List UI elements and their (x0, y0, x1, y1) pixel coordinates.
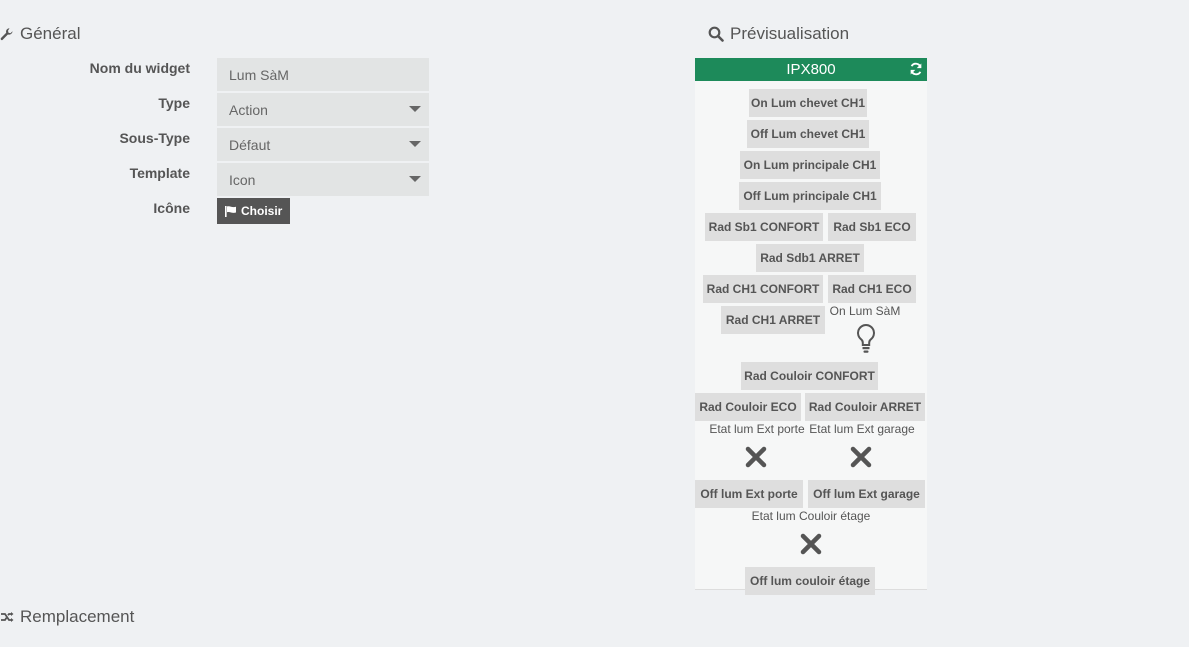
cmd-off-lum-ext-porte[interactable]: Off lum Ext porte (695, 480, 803, 508)
replacement-section-title: Remplacement (0, 607, 134, 627)
cmd-off-lum-couloir-etage[interactable]: Off lum couloir étage (745, 567, 875, 595)
general-section-title: Général (0, 24, 80, 44)
widget-name-input[interactable]: Lum SàM (217, 58, 429, 91)
cmd-rad-ch1-eco[interactable]: Rad CH1 ECO (828, 275, 916, 303)
cmd-off-lum-chevet-ch1[interactable]: Off Lum chevet CH1 (747, 120, 869, 148)
choose-icon-button[interactable]: Choisir (217, 198, 291, 224)
cmd-rad-couloir-eco[interactable]: Rad Couloir ECO (695, 393, 801, 421)
lightbulb-icon[interactable] (856, 323, 876, 355)
widget-name-row: Nom du widget Lum SàM (0, 58, 440, 91)
cmd-on-lum-principale-ch1[interactable]: On Lum principale CH1 (740, 151, 880, 179)
info-on-lum-sam-label: On Lum SàM (829, 304, 901, 318)
info-etat-couloir-etage-label: Etat lum Couloir étage (751, 509, 871, 523)
cmd-rad-sb1-eco[interactable]: Rad Sb1 ECO (828, 213, 916, 241)
type-row: Type Action (0, 93, 440, 126)
shuffle-icon (1, 612, 14, 622)
widget-name-label: Nom du widget (89, 60, 190, 76)
icon-label: Icône (153, 200, 190, 216)
widget-header: IPX800 (695, 58, 927, 81)
subtype-label: Sous-Type (119, 130, 190, 146)
widget-title: IPX800 (786, 61, 836, 78)
flag-icon (225, 205, 236, 217)
type-label: Type (158, 95, 190, 111)
general-title-text: Général (20, 24, 81, 43)
cmd-rad-ch1-confort[interactable]: Rad CH1 CONFORT (703, 275, 823, 303)
cmd-on-lum-chevet-ch1[interactable]: On Lum chevet CH1 (749, 89, 867, 117)
choose-button-label: Choisir (241, 204, 283, 218)
widget-preview: IPX800 On Lum chevet CH1 Off Lum chevet … (695, 58, 927, 595)
cmd-rad-sdb1-arret[interactable]: Rad Sdb1 ARRET (756, 244, 864, 272)
subtype-select[interactable]: Défaut (217, 128, 429, 161)
cmd-off-lum-ext-garage[interactable]: Off lum Ext garage (808, 480, 925, 508)
type-select-value: Action (229, 102, 268, 118)
cmd-rad-couloir-confort[interactable]: Rad Couloir CONFORT (741, 362, 878, 390)
caret-down-icon (409, 106, 421, 112)
template-select[interactable]: Icon (217, 163, 429, 196)
template-label: Template (129, 165, 190, 181)
refresh-icon[interactable] (909, 62, 923, 76)
preview-section-title: Prévisualisation (708, 24, 849, 44)
template-select-value: Icon (229, 172, 256, 188)
caret-down-icon (409, 176, 421, 182)
info-etat-ext-garage-label: Etat lum Ext garage (809, 422, 915, 436)
cmd-off-lum-principale-ch1[interactable]: Off Lum principale CH1 (739, 182, 881, 210)
subtype-row: Sous-Type Défaut (0, 128, 440, 161)
preview-title-text: Prévisualisation (730, 24, 850, 43)
cmd-rad-ch1-arret[interactable]: Rad CH1 ARRET (721, 306, 825, 334)
cmd-rad-couloir-arret[interactable]: Rad Couloir ARRET (805, 393, 925, 421)
cross-icon[interactable] (800, 533, 822, 555)
cross-icon[interactable] (850, 446, 872, 468)
template-row: Template Icon (0, 163, 440, 196)
caret-down-icon (409, 141, 421, 147)
wrench-icon (0, 28, 13, 41)
cmd-rad-sb1-confort[interactable]: Rad Sb1 CONFORT (705, 213, 823, 241)
replacement-title-text: Remplacement (20, 607, 135, 626)
info-etat-ext-porte-label: Etat lum Ext porte (709, 422, 805, 436)
icon-row: Icône Choisir (0, 198, 440, 231)
type-select[interactable]: Action (217, 93, 429, 126)
subtype-select-value: Défaut (229, 137, 271, 153)
cross-icon[interactable] (745, 446, 767, 468)
search-icon (708, 26, 724, 42)
